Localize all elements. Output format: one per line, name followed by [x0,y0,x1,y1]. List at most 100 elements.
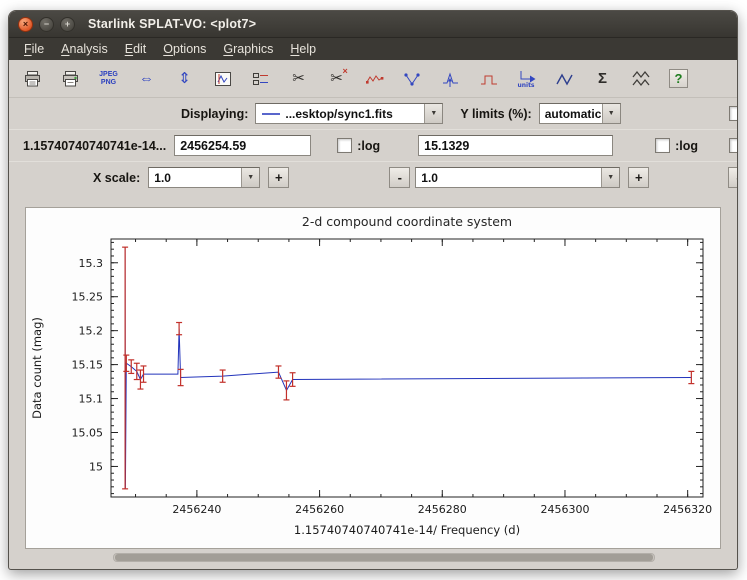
fit-height-button[interactable]: ⇕ [171,65,198,92]
error-bars-icon [403,70,422,88]
graphics-region-button[interactable] [209,65,236,92]
spectrum-line-icon [261,109,281,119]
polyline-button[interactable] [551,65,578,92]
x-scale-label: X scale: [93,171,140,185]
x-scale-value: 1.0 [154,171,171,185]
x-scale-combobox[interactable]: 1.0 ▼ [148,167,260,188]
toolbar: JPEGPNG ⇔ ⇕ ✂ ✂× u [9,60,737,98]
dropdown-arrow-icon[interactable]: ▼ [241,168,259,187]
sigma-icon: Σ [598,71,607,86]
fit-height-icon: ⇕ [178,71,191,86]
y-coordinate-input[interactable] [418,135,613,156]
statistics-button[interactable]: Σ [589,65,616,92]
step-function-button[interactable] [475,65,502,92]
units-button[interactable]: units [513,65,540,92]
fit-width-icon: ⇔ [139,71,154,86]
clipped-minus-button[interactable]: - [728,167,737,188]
clipped-checkbox[interactable] [729,106,737,121]
menu-analysis[interactable]: Analysis [53,40,116,58]
maximize-button[interactable]: + [60,17,75,32]
svg-text:15.2: 15.2 [79,325,104,338]
multi-zigzag-icon [631,69,651,88]
menu-edit[interactable]: Edit [117,40,155,58]
y-limits-combobox[interactable]: automatic ▼ [539,103,621,124]
svg-text:2456260: 2456260 [295,503,344,516]
x-scale-minus-button[interactable]: - [389,167,410,188]
y-limits-value: automatic [545,107,602,121]
window-title: Starlink SPLAT-VO: <plot7> [88,17,256,31]
x-log-label: :log [357,139,380,153]
cutter-config-button[interactable] [247,65,274,92]
scale-row: X scale: 1.0 ▼ + - 1.0 ▼ + - [9,161,737,193]
error-bars-button[interactable] [399,65,426,92]
cut-remove-button[interactable]: ✂× [323,65,350,92]
x-scale-plus-button[interactable]: + [268,167,289,188]
displaying-value: ...esktop/sync1.fits [256,104,424,123]
displaying-combobox[interactable]: ...esktop/sync1.fits ▼ [255,103,443,124]
svg-text:15.15: 15.15 [72,359,104,372]
svg-text:2-d compound coordinate system: 2-d compound coordinate system [302,214,512,229]
y-scale-value: 1.0 [421,171,438,185]
plot-panel: 245624024562602456280245630024563201515.… [25,207,721,549]
svg-text:units: units [517,82,534,88]
export-jpeg-png-button[interactable]: JPEGPNG [95,65,122,92]
y-limits-label: Y limits (%): [460,107,531,121]
displaying-label: Displaying: [181,107,248,121]
svg-text:15: 15 [89,460,103,473]
polyline-icon [555,70,574,88]
menu-help[interactable]: Help [282,40,324,58]
plot-h-scrollbar[interactable] [113,553,655,562]
svg-text:15.3: 15.3 [79,257,104,270]
y-scale-plus-button[interactable]: + [628,167,649,188]
plot-canvas[interactable]: 245624024562602456280245630024563201515.… [27,213,719,543]
clipped-checkbox[interactable] [729,138,737,153]
menu-graphics[interactable]: Graphics [215,40,281,58]
print-postscript-icon [61,70,80,88]
cut-remove-icon: ✂× [330,71,343,86]
print-icon [23,70,42,88]
fit-width-button[interactable]: ⇔ [133,65,160,92]
print-postscript-button[interactable] [57,65,84,92]
svg-text:2456320: 2456320 [663,503,712,516]
menu-file[interactable]: File [16,40,52,58]
jpeg-png-icon: JPEGPNG [99,71,118,86]
y-scale-combobox[interactable]: 1.0 ▼ [415,167,620,188]
multi-spectra-button[interactable] [627,65,654,92]
spectrum-wave-button[interactable] [361,65,388,92]
spectrum-wave-icon [365,70,385,88]
scrollbar-thumb[interactable] [115,554,653,561]
help-button[interactable]: ? [665,65,692,92]
cutter-config-icon [251,70,271,88]
svg-text:15.25: 15.25 [72,291,104,304]
coordinates-row: 1.15740740740741e-14... :log :log [9,129,737,161]
titlebar[interactable]: × − + Starlink SPLAT-VO: <plot7> [9,11,737,38]
coordinate-prefix-label: 1.15740740740741e-14... [23,139,166,153]
dropdown-arrow-icon[interactable]: ▼ [424,104,442,123]
svg-text:Data count (mag): Data count (mag) [30,317,44,419]
x-log-checkbox[interactable] [337,138,352,153]
cut-button[interactable]: ✂ [285,65,312,92]
svg-text:15.1: 15.1 [79,393,104,406]
print-button[interactable] [19,65,46,92]
step-function-icon [479,70,499,88]
menu-options[interactable]: Options [155,40,214,58]
peak-fit-icon [441,69,460,88]
dropdown-arrow-icon[interactable]: ▼ [602,104,620,123]
minimize-button[interactable]: − [39,17,54,32]
y-log-checkbox[interactable] [655,138,670,153]
dropdown-arrow-icon[interactable]: ▼ [601,168,619,187]
svg-text:1.15740740740741e-14/ Frequenc: 1.15740740740741e-14/ Frequency (d) [294,523,520,537]
svg-text:15.05: 15.05 [72,427,104,440]
help-icon: ? [669,69,688,88]
menubar: File Analysis Edit Options Graphics Help [9,38,737,60]
cut-icon: ✂ [292,71,305,86]
app-window: × − + Starlink SPLAT-VO: <plot7> File An… [8,10,738,570]
x-coordinate-input[interactable] [174,135,311,156]
svg-text:2456300: 2456300 [540,503,589,516]
svg-text:2456240: 2456240 [172,503,221,516]
units-icon: units [516,69,538,88]
close-button[interactable]: × [18,17,33,32]
graphics-region-icon [213,70,233,88]
displaying-row: Displaying: ...esktop/sync1.fits ▼ Y lim… [9,98,737,129]
peak-fit-button[interactable] [437,65,464,92]
